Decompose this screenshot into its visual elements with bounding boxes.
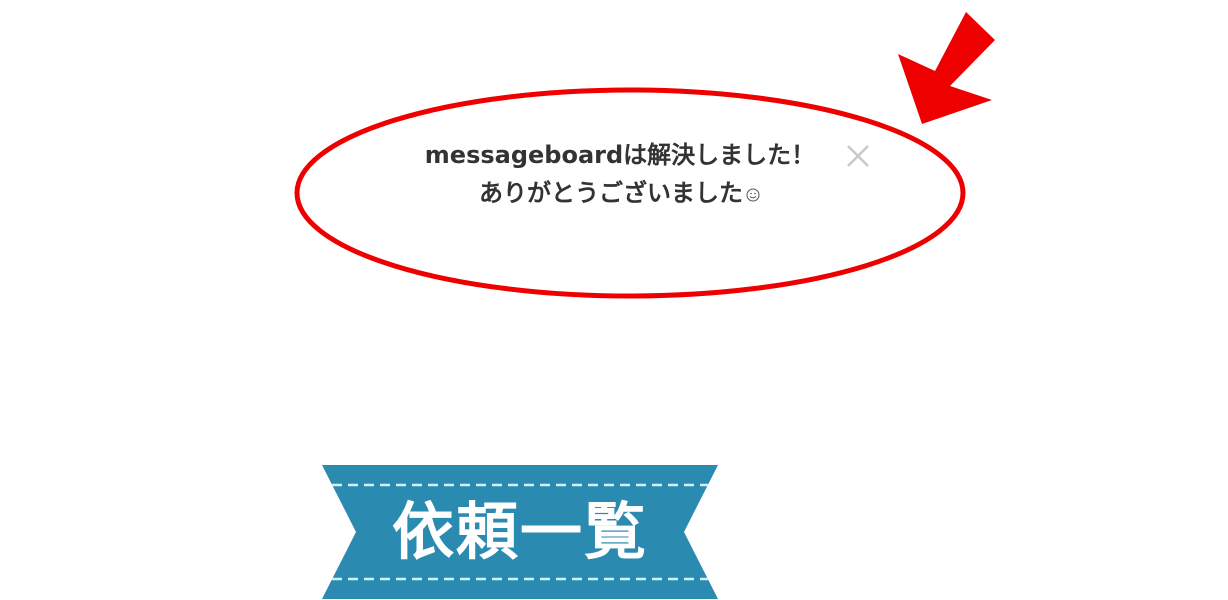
section-title: 依頼一覧 [391, 495, 648, 568]
page: messageboardは解決しました！ ありがとうございました 依頼一覧 [0, 0, 1228, 600]
notification-message-line1: messageboardは解決しました！ [424, 141, 816, 169]
close-notification-button[interactable] [842, 140, 874, 172]
notification-thanks-text: ありがとうございました [479, 179, 743, 207]
success-notification: messageboardは解決しました！ ありがとうございました [400, 136, 840, 212]
smile-icon [745, 176, 761, 202]
notification-message-line2: ありがとうございました [400, 174, 840, 212]
pointer-arrow-icon [898, 12, 995, 124]
close-icon [847, 145, 869, 167]
